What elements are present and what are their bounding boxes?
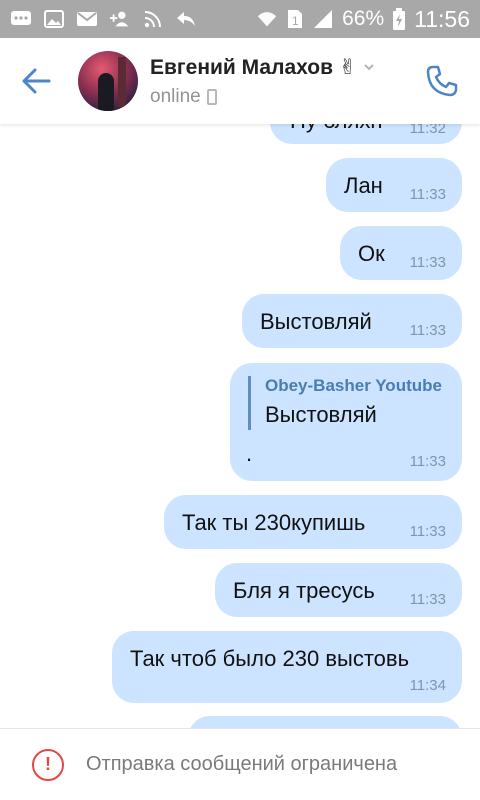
message-time: 11:33: [409, 254, 446, 271]
contact-name: Евгений Малахов ✌: [150, 55, 357, 79]
messages-icon: [10, 9, 32, 29]
message-bubble[interactable]: Бля я тресусь 11:33: [215, 563, 462, 617]
clock: 11:56: [414, 5, 470, 32]
chat-header: Евгений Малахов ✌ online: [0, 38, 480, 124]
online-status: online: [150, 85, 201, 107]
rss-icon: [142, 9, 164, 29]
message-time: 11:33: [409, 453, 446, 470]
arrow-left-icon: [22, 68, 51, 94]
message-text: .: [246, 441, 253, 466]
battery-percent: 66%: [342, 7, 385, 30]
message-text: Выстовляй: [260, 309, 372, 334]
message-text: Так чтоб было 230 выстовь: [130, 646, 410, 671]
reply-icon: [175, 9, 197, 29]
sim-icon: 1: [286, 9, 304, 29]
message-text: Так ты 230купишь: [182, 510, 366, 535]
message-bubble[interactable]: [188, 716, 462, 728]
battery-charging-icon: [392, 8, 406, 30]
message-time: 11:34: [409, 677, 446, 694]
chat-title[interactable]: Евгений Малахов ✌ online: [150, 55, 376, 108]
avatar[interactable]: [78, 51, 138, 111]
add-user-icon: [109, 9, 131, 29]
message-bubble[interactable]: Так ты 230купишь 11:33: [164, 495, 462, 549]
signal-icon: [312, 9, 334, 29]
reply-quote[interactable]: Obey-Basher Youtube Выстовляй: [248, 376, 442, 430]
message-bubble[interactable]: Выстовляй 11:33: [242, 294, 462, 348]
message-text: Бля я тресусь: [233, 578, 375, 603]
message-bubble[interactable]: Ну бляхн 11:32: [270, 124, 462, 144]
restriction-text: Отправка сообщений ограничена: [86, 753, 398, 775]
wifi-icon: [256, 9, 278, 29]
message-bubble[interactable]: Ок 11:33: [340, 226, 462, 280]
gallery-icon: [43, 9, 65, 29]
mobile-icon: [206, 88, 217, 105]
message-time: 11:33: [409, 186, 446, 203]
quote-text: Выстовляй: [265, 402, 377, 427]
back-button[interactable]: [0, 38, 72, 124]
message-bubble[interactable]: Obey-Basher Youtube Выстовляй . 11:33: [230, 363, 462, 481]
chevron-down-icon: [364, 64, 375, 71]
restriction-banner: ! Отправка сообщений ограничена: [0, 728, 480, 800]
message-list[interactable]: Ну бляхн 11:32 Лан 11:33 Ок 11:33 Выстов…: [0, 124, 480, 728]
mail-icon: [76, 9, 98, 29]
call-button[interactable]: [414, 38, 470, 124]
message-text: Ну бляхн: [290, 124, 383, 134]
warning-icon: !: [32, 748, 64, 781]
message-time: 11:33: [409, 523, 446, 540]
message-text: Лан: [344, 173, 383, 198]
status-bar: 1 66% 11:56: [0, 0, 480, 38]
message-bubble[interactable]: Лан 11:33: [326, 158, 462, 212]
message-text: Ок: [358, 241, 385, 266]
message-time: 11:32: [409, 124, 446, 137]
svg-text:1: 1: [292, 14, 299, 28]
phone-icon: [426, 65, 458, 97]
quote-author: Obey-Basher Youtube: [265, 376, 442, 395]
message-bubble[interactable]: Так чтоб было 230 выстовь 11:34: [112, 631, 462, 703]
message-time: 11:33: [409, 591, 446, 608]
message-time: 11:33: [409, 322, 446, 339]
